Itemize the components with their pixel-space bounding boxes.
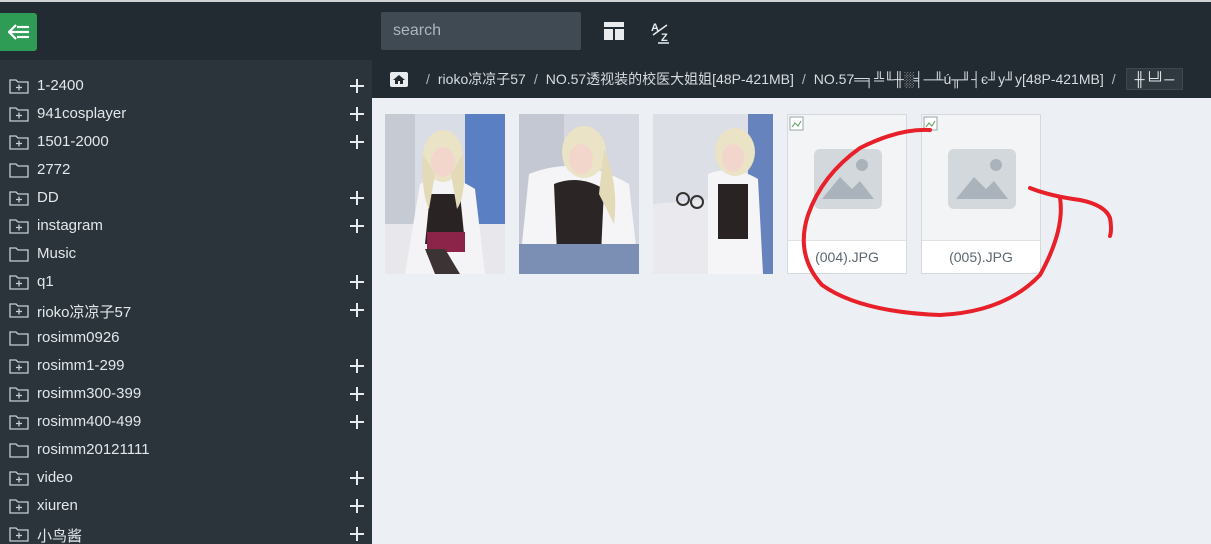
folder-name: rosimm0926 bbox=[37, 329, 120, 346]
file-name: (005).JPG bbox=[922, 240, 1040, 273]
broken-image-icon bbox=[789, 116, 804, 131]
image-thumbnail[interactable] bbox=[385, 114, 505, 274]
expand-plus-icon[interactable] bbox=[345, 411, 369, 433]
image-thumbnail[interactable] bbox=[519, 114, 639, 274]
expand-plus-icon[interactable] bbox=[345, 355, 369, 377]
folder-tree-item[interactable]: rosimm1-299 bbox=[0, 352, 372, 380]
expand-plus-icon[interactable] bbox=[345, 495, 369, 517]
folder-plus-icon bbox=[9, 275, 29, 290]
folder-tree-item[interactable]: Music bbox=[0, 240, 372, 268]
image-thumbnail[interactable] bbox=[653, 114, 773, 274]
folder-plus-icon bbox=[9, 191, 29, 206]
expand-plus-icon[interactable] bbox=[345, 383, 369, 405]
svg-text:Z: Z bbox=[661, 32, 668, 44]
folder-tree-item[interactable]: rosimm300-399 bbox=[0, 380, 372, 408]
folder-icon bbox=[9, 331, 29, 346]
folder-name: 941cosplayer bbox=[37, 105, 127, 122]
breadcrumb-current[interactable]: ╫╘╝─ bbox=[1125, 68, 1184, 90]
sort-az-icon[interactable]: A Z bbox=[649, 19, 673, 45]
breadcrumb-separator: / bbox=[801, 71, 806, 87]
folder-plus-icon bbox=[9, 359, 29, 374]
folder-name: 小鸟酱 bbox=[37, 528, 83, 544]
folder-tree-item[interactable]: 小鸟酱 bbox=[0, 520, 372, 544]
folder-name: rosimm400-499 bbox=[37, 413, 142, 430]
folder-icon bbox=[9, 443, 29, 458]
top-toolbar: A Z bbox=[0, 2, 1211, 60]
folder-icon bbox=[9, 163, 29, 178]
layout-grid-icon[interactable] bbox=[603, 21, 625, 41]
expand-plus-icon[interactable] bbox=[345, 187, 369, 209]
search-input[interactable] bbox=[381, 12, 581, 50]
folder-plus-icon bbox=[9, 499, 29, 514]
expand-plus-icon[interactable] bbox=[345, 103, 369, 125]
folder-plus-icon bbox=[9, 387, 29, 402]
folder-tree-item[interactable]: xiuren bbox=[0, 492, 372, 520]
folder-tree-item[interactable]: 2772 bbox=[0, 156, 372, 184]
file-name: (004).JPG bbox=[788, 240, 906, 273]
breadcrumb-item[interactable]: NO.57═╕╩╙╫░╡─╨ú╥╜┤є╜у╜у[48P-421MB] bbox=[814, 71, 1104, 87]
folder-name: q1 bbox=[37, 273, 54, 290]
folder-plus-icon bbox=[9, 219, 29, 234]
expand-plus-icon[interactable] bbox=[345, 467, 369, 489]
image-placeholder-icon bbox=[948, 149, 1016, 209]
breadcrumb: / rioko凉凉子57 / NO.57透视装的校医大姐姐[48P-421MB] / NO… bbox=[372, 60, 1211, 98]
expand-plus-icon[interactable] bbox=[345, 75, 369, 97]
folder-name: rosimm300-399 bbox=[37, 385, 142, 402]
back-button[interactable] bbox=[0, 13, 37, 51]
folder-plus-icon bbox=[9, 79, 29, 94]
folder-tree-item[interactable]: 1501-2000 bbox=[0, 128, 372, 156]
folder-name: video bbox=[37, 469, 73, 486]
folder-tree-item[interactable]: instagram bbox=[0, 212, 372, 240]
breadcrumb-separator: / bbox=[533, 71, 538, 87]
breadcrumb-separator: / bbox=[1111, 71, 1116, 87]
folder-tree-item[interactable]: rosimm0926 bbox=[0, 324, 372, 352]
folder-tree-item[interactable]: rosimm400-499 bbox=[0, 408, 372, 436]
file-item[interactable]: (005).JPG bbox=[921, 114, 1041, 274]
folder-tree-item[interactable]: video bbox=[0, 464, 372, 492]
breadcrumb-separator: / bbox=[426, 71, 430, 87]
folder-name: 1501-2000 bbox=[37, 133, 109, 150]
folder-name: instagram bbox=[37, 217, 103, 234]
folder-plus-icon bbox=[9, 415, 29, 430]
folder-tree-item[interactable]: rosimm20121111 bbox=[0, 436, 372, 464]
broken-image-icon bbox=[923, 116, 938, 131]
folder-plus-icon bbox=[9, 303, 29, 318]
folder-name: rioko凉凉子57 bbox=[37, 304, 132, 321]
folder-name: Music bbox=[37, 245, 77, 262]
breadcrumb-item[interactable]: rioko凉凉子57 bbox=[438, 69, 526, 89]
folder-tree-item[interactable]: 941cosplayer bbox=[0, 100, 372, 128]
back-arrow-icon bbox=[7, 24, 29, 40]
expand-plus-icon[interactable] bbox=[345, 215, 369, 237]
folder-tree-sidebar: 1-2400 941cosplayer 1501-2000 2772 DD instagr… bbox=[0, 60, 372, 544]
expand-plus-icon[interactable] bbox=[345, 299, 369, 321]
folder-name: xiuren bbox=[37, 497, 78, 514]
folder-plus-icon bbox=[9, 135, 29, 150]
folder-tree-item[interactable]: q1 bbox=[0, 268, 372, 296]
folder-tree-item[interactable]: 1-2400 bbox=[0, 72, 372, 100]
image-placeholder-icon bbox=[814, 149, 882, 209]
folder-name: rosimm20121111 bbox=[37, 441, 150, 458]
folder-plus-icon bbox=[9, 471, 29, 486]
folder-name: rosimm1-299 bbox=[37, 357, 125, 374]
breadcrumb-item[interactable]: NO.57透视装的校医大姐姐[48P-421MB] bbox=[546, 69, 794, 89]
expand-plus-icon[interactable] bbox=[345, 131, 369, 153]
file-item[interactable]: (004).JPG bbox=[787, 114, 907, 274]
folder-name: DD bbox=[37, 189, 59, 206]
folder-plus-icon bbox=[9, 527, 29, 542]
home-icon[interactable] bbox=[389, 71, 409, 88]
expand-plus-icon[interactable] bbox=[345, 271, 369, 293]
folder-plus-icon bbox=[9, 107, 29, 122]
folder-name: 1-2400 bbox=[37, 77, 84, 94]
folder-tree-item[interactable]: rioko凉凉子57 bbox=[0, 296, 372, 324]
file-grid: (004).JPG (005).JPG bbox=[372, 98, 1211, 544]
folder-name: 2772 bbox=[37, 161, 71, 178]
folder-icon bbox=[9, 247, 29, 262]
folder-tree-item[interactable]: DD bbox=[0, 184, 372, 212]
expand-plus-icon[interactable] bbox=[345, 523, 369, 544]
